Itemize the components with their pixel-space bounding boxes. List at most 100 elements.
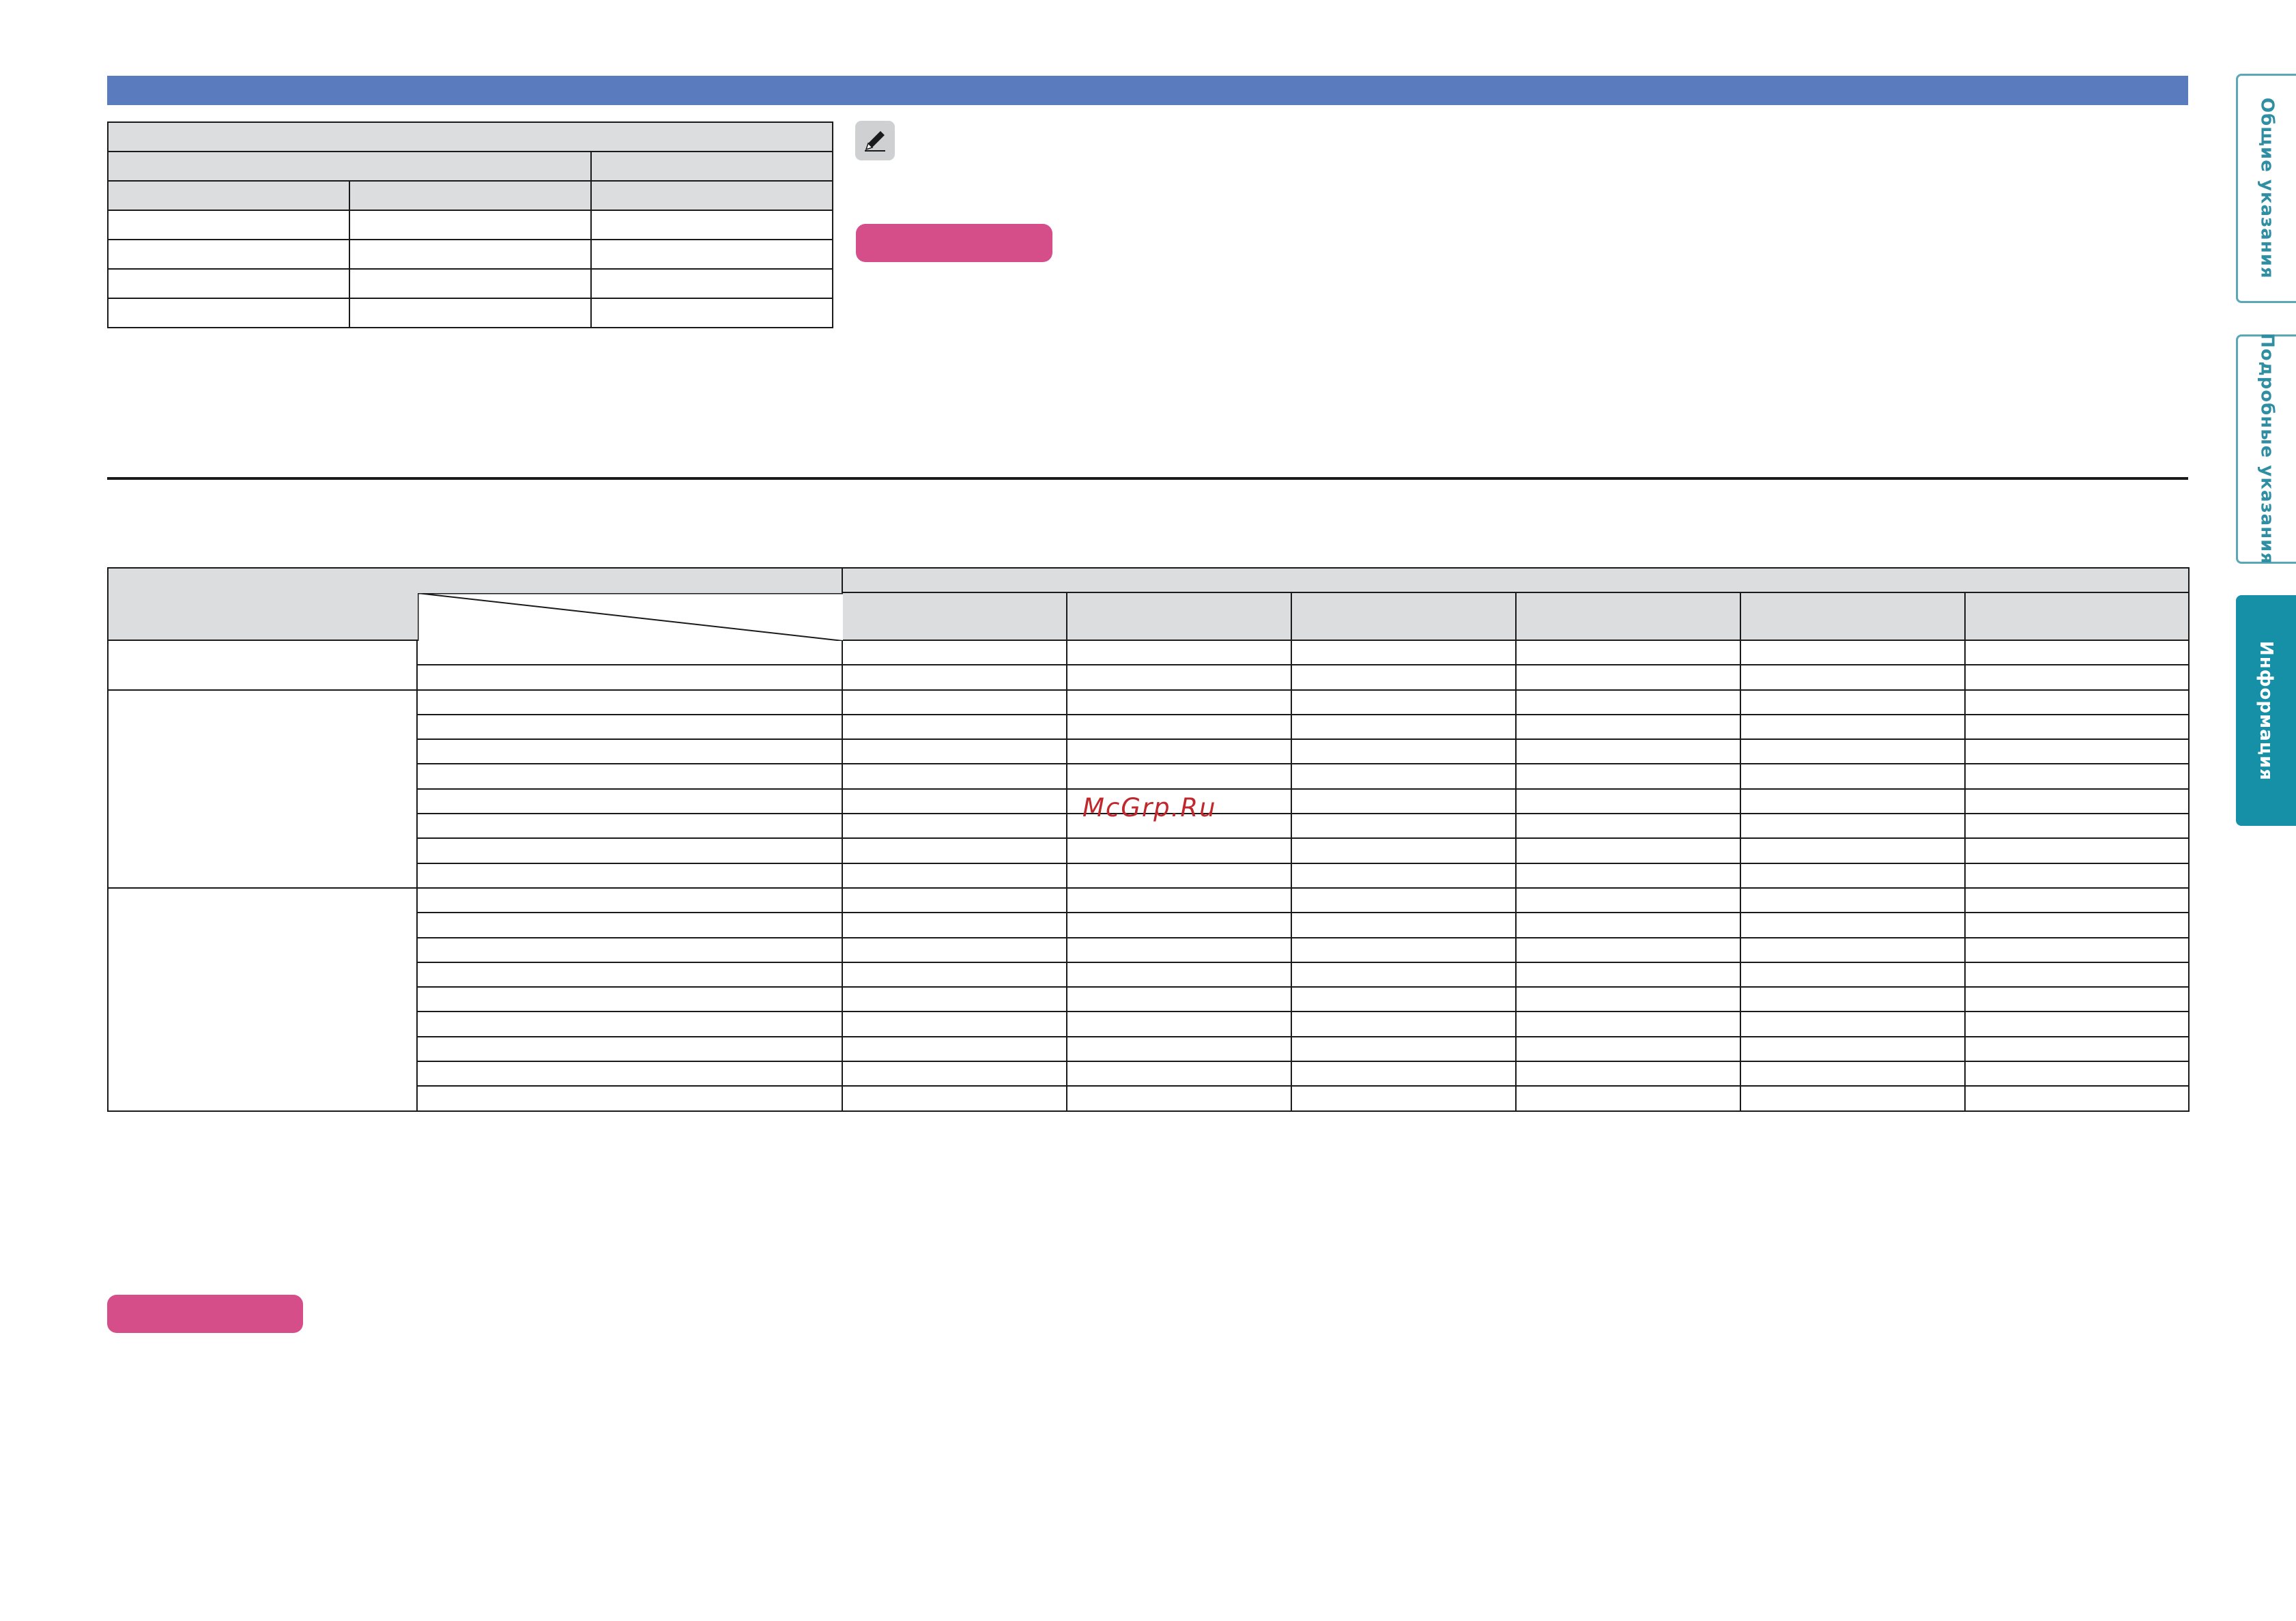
table-header-cell bbox=[590, 180, 834, 211]
small-table bbox=[106, 121, 834, 328]
table-cell bbox=[1515, 763, 1741, 790]
table-cell bbox=[416, 664, 843, 691]
table-header-cell bbox=[590, 151, 834, 182]
table-cell bbox=[1291, 862, 1517, 889]
table-cell bbox=[1964, 763, 2190, 790]
table-cell bbox=[1515, 1061, 1741, 1087]
table-cell bbox=[842, 713, 1067, 741]
table-cell bbox=[1740, 887, 1966, 914]
table-row bbox=[107, 689, 2190, 889]
table-cell bbox=[416, 912, 843, 938]
table-cell bbox=[842, 1061, 1067, 1087]
table-cell bbox=[1515, 986, 1741, 1013]
table-cell bbox=[842, 1085, 1067, 1112]
tab-general[interactable]: Общие указания bbox=[2236, 74, 2296, 303]
table-cell bbox=[416, 1061, 843, 1087]
table-row bbox=[108, 664, 2190, 691]
table-cell bbox=[1964, 912, 2190, 938]
table-cell bbox=[1066, 837, 1292, 864]
table-cell bbox=[1964, 664, 2190, 691]
table-cell bbox=[1291, 912, 1517, 938]
table-row bbox=[108, 1061, 2190, 1087]
table-cell bbox=[1066, 986, 1292, 1013]
table-cell bbox=[1066, 912, 1292, 938]
table-cell bbox=[1291, 1011, 1517, 1037]
table-cell bbox=[1066, 862, 1292, 889]
table-cell bbox=[842, 813, 1067, 840]
table-cell bbox=[1291, 961, 1517, 988]
table-cell bbox=[1291, 713, 1517, 741]
table-cell bbox=[590, 298, 834, 328]
watermark: McGrp.Ru bbox=[1082, 793, 1217, 822]
table-cell bbox=[1964, 689, 2190, 715]
table-row bbox=[107, 180, 834, 211]
table-cell bbox=[1515, 912, 1741, 938]
tab-label: Общие указания bbox=[2256, 98, 2278, 279]
table-header-cell bbox=[1964, 592, 2190, 641]
table-cell bbox=[842, 738, 1067, 765]
table-cell bbox=[1515, 1011, 1741, 1037]
table-cell bbox=[842, 912, 1067, 938]
table-row bbox=[106, 121, 834, 152]
table-row bbox=[107, 268, 834, 299]
table-cell bbox=[416, 961, 843, 988]
table-cell bbox=[1515, 961, 1741, 988]
table-cell bbox=[1291, 837, 1517, 864]
table-cell bbox=[1964, 837, 2190, 864]
table-cell bbox=[107, 210, 350, 240]
table-header-cell bbox=[106, 121, 834, 152]
table-cell bbox=[1740, 862, 1966, 889]
table-cell bbox=[349, 239, 592, 270]
table-cell bbox=[416, 763, 843, 790]
table-row bbox=[108, 1085, 2190, 1112]
table-row bbox=[107, 887, 2190, 1112]
table-cell bbox=[1066, 763, 1292, 790]
table-cell bbox=[1964, 738, 2190, 765]
section-divider bbox=[107, 477, 2188, 480]
table-row bbox=[107, 239, 834, 270]
table-cell bbox=[1740, 639, 1966, 666]
table-cell bbox=[842, 689, 1067, 715]
table-cell bbox=[842, 961, 1067, 988]
table-cell bbox=[1740, 1061, 1966, 1087]
table-row bbox=[108, 837, 2190, 864]
table-cell bbox=[1740, 961, 1966, 988]
table-cell bbox=[1515, 738, 1741, 765]
large-table bbox=[107, 567, 2190, 1112]
table-cell bbox=[1964, 788, 2190, 815]
table-cell bbox=[416, 986, 843, 1013]
table-cell bbox=[416, 788, 843, 815]
table-cell bbox=[1515, 689, 1741, 715]
table-cell bbox=[416, 837, 843, 864]
table-row bbox=[107, 639, 2190, 691]
table-row bbox=[107, 298, 834, 328]
table-cell bbox=[349, 210, 592, 240]
tab-detailed[interactable]: Подробные указания bbox=[2236, 333, 2296, 565]
tab-information[interactable]: Информация bbox=[2236, 595, 2296, 826]
table-cell bbox=[1066, 1035, 1292, 1063]
table-row bbox=[108, 1011, 2190, 1037]
table-cell bbox=[1964, 986, 2190, 1013]
table-cell bbox=[842, 664, 1067, 691]
table-cell bbox=[1291, 1061, 1517, 1087]
table-cell bbox=[1291, 986, 1517, 1013]
table-cell bbox=[1964, 639, 2190, 666]
table-cell bbox=[1740, 763, 1966, 790]
table-cell bbox=[1291, 1035, 1517, 1063]
table-header-cell bbox=[1740, 592, 1966, 641]
table-cell bbox=[1291, 936, 1517, 963]
table-row bbox=[108, 986, 2190, 1013]
table-cell bbox=[1740, 1035, 1966, 1063]
section-label-pill bbox=[107, 1295, 303, 1333]
table-cell bbox=[1740, 837, 1966, 864]
table-cell bbox=[842, 837, 1067, 864]
table-row bbox=[108, 763, 2190, 790]
table-row bbox=[108, 1035, 2190, 1063]
table-cell bbox=[416, 887, 843, 914]
section-label-pill bbox=[856, 224, 1052, 262]
table-cell bbox=[1964, 813, 2190, 840]
table-cell bbox=[416, 936, 843, 963]
table-header-cell bbox=[1066, 592, 1292, 641]
table-row bbox=[108, 936, 2190, 963]
table-header-cell bbox=[107, 180, 350, 211]
